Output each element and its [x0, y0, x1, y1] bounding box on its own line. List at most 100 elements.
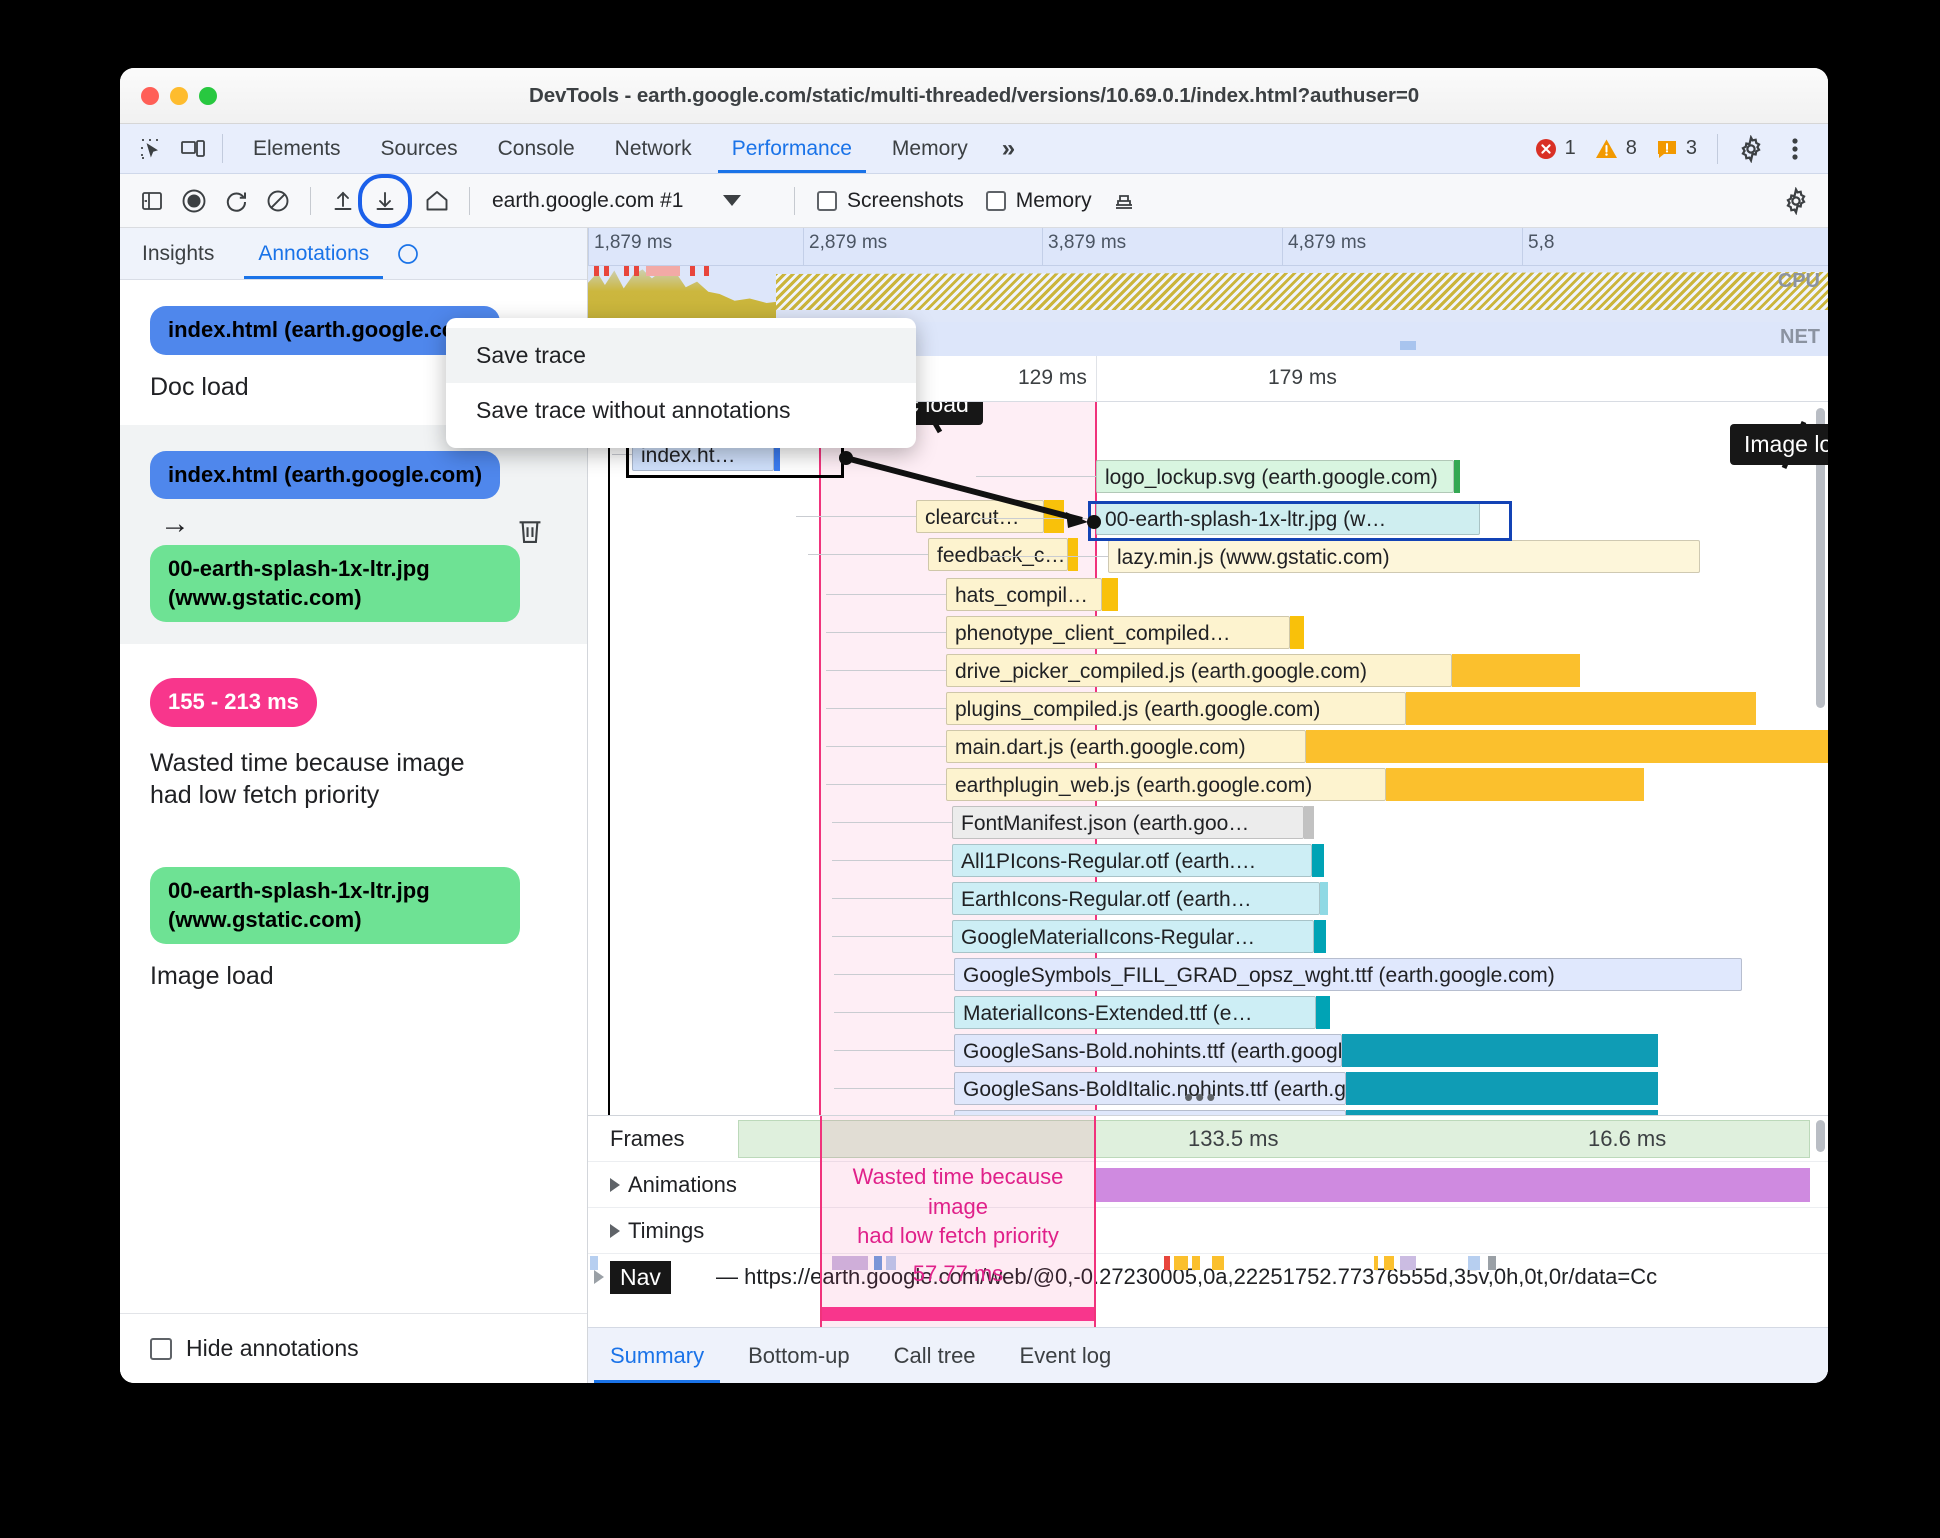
network-request-row[interactable]: plugins_compiled.js (earth.google.com) [588, 692, 1828, 729]
network-request-bar[interactable]: GoogleSymbols_FILL_GRAD_opsz_wght.ttf (e… [954, 958, 1742, 991]
request-connector-line [988, 556, 1108, 557]
details-tab-bottom-up[interactable]: Bottom-up [726, 1328, 872, 1383]
network-request-row[interactable]: GoogleSymbols_FILL_GRAD_opsz_wght.ttf (e… [588, 958, 1828, 995]
track-row-timings[interactable]: Timings [588, 1208, 1828, 1254]
save-trace-icon[interactable] [365, 181, 405, 221]
details-tab-summary[interactable]: Summary [588, 1328, 726, 1383]
request-connector-line [834, 1088, 954, 1089]
sidebar-tab-insights[interactable]: Insights [120, 228, 236, 279]
annotation-item[interactable]: index.html (earth.google.com) → 00-earth… [120, 424, 587, 645]
network-request-tail [1306, 730, 1828, 763]
window-title: DevTools - earth.google.com/static/multi… [528, 83, 1420, 107]
network-request-row[interactable]: drive_picker_compiled.js (earth.google.c… [588, 654, 1828, 691]
network-request-bar[interactable]: GoogleMaterialIcons-Regular… [952, 920, 1314, 953]
tab-elements[interactable]: Elements [233, 124, 361, 173]
menu-item-save-trace[interactable]: Save trace [446, 328, 916, 383]
save-trace-context-menu[interactable]: Save trace Save trace without annotation… [446, 318, 916, 448]
toolbar-divider-1 [310, 186, 311, 215]
network-flamechart[interactable]: Network index.ht…logo_lockup.svg (earth.… [588, 402, 1828, 1115]
network-request-row[interactable]: hats_compil… [588, 578, 1828, 615]
warning-badge[interactable]: 8 [1588, 137, 1643, 161]
network-request-row[interactable]: GoogleMaterialIcons-Regular… [588, 920, 1828, 957]
network-request-row[interactable]: phenotype_client_compiled… [588, 616, 1828, 653]
network-request-tail [1314, 920, 1326, 953]
tab-network[interactable]: Network [595, 124, 712, 173]
network-request-bar[interactable]: earthplugin_web.js (earth.google.com) [946, 768, 1386, 801]
expand-triangle-icon[interactable] [610, 1177, 620, 1192]
home-icon[interactable] [417, 181, 457, 221]
network-request-row[interactable]: main.dart.js (earth.google.com) [588, 730, 1828, 767]
capture-settings-gear-icon[interactable] [1776, 181, 1816, 221]
toggle-sidebar-icon[interactable] [132, 181, 172, 221]
delete-annotation-icon[interactable] [515, 516, 545, 553]
network-request-bar[interactable]: drive_picker_compiled.js (earth.google.c… [946, 654, 1452, 687]
network-request-tail [1452, 654, 1580, 687]
network-request-bar[interactable]: main.dart.js (earth.google.com) [946, 730, 1306, 763]
record-button[interactable] [174, 181, 214, 221]
memory-checkbox-box[interactable] [985, 190, 1006, 211]
network-request-row[interactable]: EarthIcons-Regular.otf (earth… [588, 882, 1828, 919]
annotation-item[interactable]: 00-earth-splash-1x-ltr.jpg (www.gstatic.… [120, 833, 587, 1014]
network-request-bar[interactable]: FontManifest.json (earth.goo… [952, 806, 1304, 839]
inspect-element-icon[interactable] [132, 130, 170, 168]
issue-icon [1657, 140, 1676, 158]
network-request-bar[interactable]: All1PIcons-Regular.otf (earth.… [952, 844, 1312, 877]
clear-recording-icon[interactable] [258, 181, 298, 221]
network-request-row[interactable]: earthplugin_web.js (earth.google.com) [588, 768, 1828, 805]
expand-triangle-icon[interactable] [594, 1270, 604, 1284]
menu-item-save-trace-without-annotations[interactable]: Save trace without annotations [446, 383, 916, 438]
network-request-row[interactable]: FontManifest.json (earth.goo… [588, 806, 1828, 843]
network-request-bar[interactable]: GoogleSans-Bold.nohints.ttf (earth.googl… [954, 1034, 1342, 1067]
network-request-bar[interactable]: logo_lockup.svg (earth.google.com) [1096, 460, 1454, 493]
expand-triangle-icon[interactable] [610, 1223, 620, 1238]
track-row-animations[interactable]: Animations [588, 1162, 1828, 1208]
screenshots-checkbox-box[interactable] [817, 190, 837, 211]
tab-memory[interactable]: Memory [872, 124, 988, 173]
settings-gear-icon[interactable] [1732, 130, 1770, 168]
tab-console[interactable]: Console [478, 124, 595, 173]
sidebar-tab-annotations[interactable]: Annotations [236, 228, 391, 279]
screenshots-checkbox[interactable]: Screenshots [807, 189, 974, 213]
track-label: Animations [588, 1172, 737, 1198]
memory-label: Memory [1015, 188, 1092, 212]
network-request-bar[interactable]: EarthIcons-Regular.otf (earth… [952, 882, 1320, 915]
error-badge[interactable]: 1 [1528, 137, 1582, 161]
issue-badge[interactable]: 3 [1649, 137, 1703, 161]
overview-tick: 2,879 ms [809, 232, 888, 253]
trace-selector[interactable]: earth.google.com #1 [482, 185, 782, 217]
track-row-frames[interactable]: Frames 133.5 ms 16.6 ms [588, 1116, 1828, 1162]
details-tab-call-tree[interactable]: Call tree [872, 1328, 998, 1383]
request-connector-line [826, 746, 946, 747]
track-label-text: Animations [628, 1171, 737, 1197]
annotation-item[interactable]: 155 - 213 ms Wasted time because image h… [120, 644, 587, 833]
network-request-bar[interactable]: GoogleSans-BoldItalic.nohints.ttf (earth… [954, 1072, 1346, 1105]
network-request-bar[interactable]: phenotype_client_compiled… [946, 616, 1290, 649]
devtools-window: DevTools - earth.google.com/static/multi… [120, 68, 1828, 1383]
devtools-tab-bar: Elements Sources Console Network Perform… [120, 124, 1828, 174]
bottom-tracks-scrollbar[interactable] [1816, 1120, 1825, 1152]
more-options-icon[interactable] [1776, 130, 1814, 168]
details-tab-event-log[interactable]: Event log [998, 1328, 1134, 1383]
load-trace-icon[interactable] [323, 181, 363, 221]
network-request-row[interactable]: All1PIcons-Regular.otf (earth.… [588, 844, 1828, 881]
tab-sources[interactable]: Sources [361, 124, 478, 173]
tab-performance[interactable]: Performance [712, 124, 872, 173]
record-and-reload-icon[interactable] [216, 181, 256, 221]
more-tabs-chevron-icon[interactable]: » [988, 124, 1029, 173]
garbage-collect-icon[interactable] [1104, 181, 1144, 221]
network-request-bar[interactable]: lazy.min.js (www.gstatic.com) [1108, 540, 1700, 573]
error-icon [1535, 138, 1556, 159]
track-row-nav[interactable]: Nav — https://earth.google.com/web/@0,-0… [588, 1254, 1828, 1300]
wasted-time-overlay[interactable]: Wasted time because image had low fetch … [820, 1116, 1096, 1327]
hide-annotations-checkbox[interactable] [150, 1337, 172, 1360]
network-request-tail [1346, 1072, 1658, 1105]
network-request-row[interactable]: GoogleSans-Bold.nohints.ttf (earth.googl… [588, 1034, 1828, 1071]
request-connector-line [976, 476, 1096, 477]
memory-checkbox[interactable]: Memory [976, 189, 1102, 213]
network-request-bar[interactable]: plugins_compiled.js (earth.google.com) [946, 692, 1406, 725]
network-request-row[interactable]: MaterialIcons-Extended.ttf (e… [588, 996, 1828, 1033]
network-request-bar[interactable]: hats_compil… [946, 578, 1102, 611]
network-request-bar[interactable]: MaterialIcons-Extended.ttf (e… [954, 996, 1316, 1029]
device-toolbar-icon[interactable] [174, 130, 212, 168]
network-request-row[interactable]: lazy.min.js (www.gstatic.com) [588, 540, 1828, 577]
